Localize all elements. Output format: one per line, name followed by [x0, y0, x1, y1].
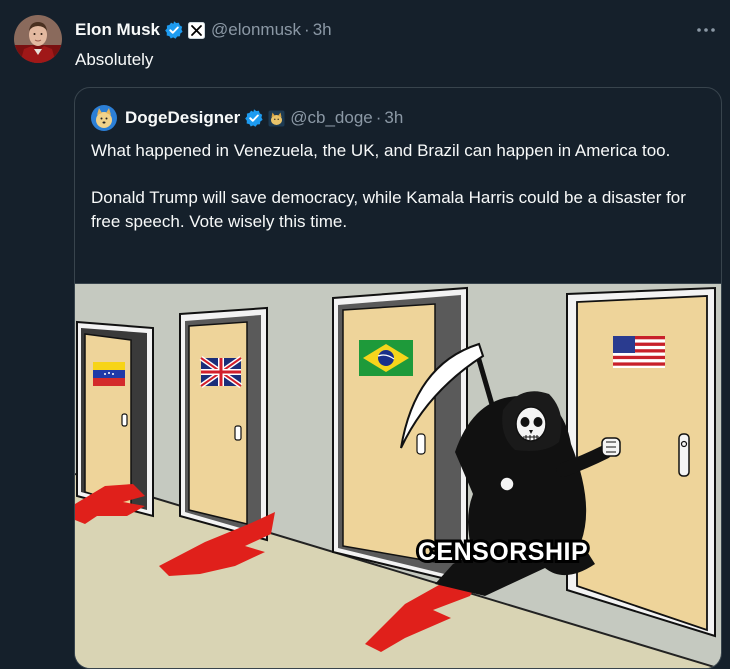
censorship-label: CENSORSHIP	[418, 538, 588, 566]
timestamp[interactable]: 3h	[313, 20, 332, 40]
quoted-separator-dot: ·	[375, 108, 382, 127]
uk-flag	[199, 355, 243, 389]
usa-flag	[613, 336, 665, 368]
quoted-paragraph-1: What happened in Venezuela, the UK, and …	[91, 141, 671, 160]
verified-badge-icon[interactable]	[164, 20, 184, 40]
quoted-author-handle[interactable]: @cb_doge	[290, 108, 373, 128]
x-logo-icon[interactable]	[188, 21, 206, 39]
quoted-timestamp[interactable]: 3h	[384, 108, 403, 128]
door-uk	[179, 306, 268, 542]
more-horizontal-icon[interactable]	[692, 16, 720, 44]
brazil-flag	[359, 340, 413, 376]
tweet-card[interactable]: Elon Musk @elonmusk · 3h Absolutely Doge…	[0, 0, 730, 669]
venezuela-flag	[93, 362, 125, 386]
tweet-header: Elon Musk @elonmusk · 3h	[75, 18, 332, 42]
quoted-author-avatar[interactable]	[91, 105, 117, 131]
separator-dot: ·	[304, 20, 310, 39]
quoted-paragraph-2: Donald Trump will save democracy, while …	[91, 188, 686, 231]
quoted-author-name[interactable]: DogeDesigner	[125, 108, 240, 128]
doge-badge-icon[interactable]	[268, 110, 285, 127]
quoted-tweet-header: DogeDesigner @cb_doge · 3h	[91, 105, 403, 131]
author-handle[interactable]: @elonmusk	[211, 20, 301, 40]
quoted-verified-badge-icon[interactable]	[244, 108, 264, 128]
quoted-tweet-text: What happened in Venezuela, the UK, and …	[91, 139, 711, 233]
meme-image[interactable]: CENSORSHIP	[75, 283, 721, 668]
quoted-tweet[interactable]: DogeDesigner @cb_doge · 3h What happened…	[74, 87, 722, 669]
tweet-text: Absolutely	[75, 50, 154, 69]
author-name[interactable]: Elon Musk	[75, 20, 160, 40]
author-avatar[interactable]	[14, 15, 62, 63]
